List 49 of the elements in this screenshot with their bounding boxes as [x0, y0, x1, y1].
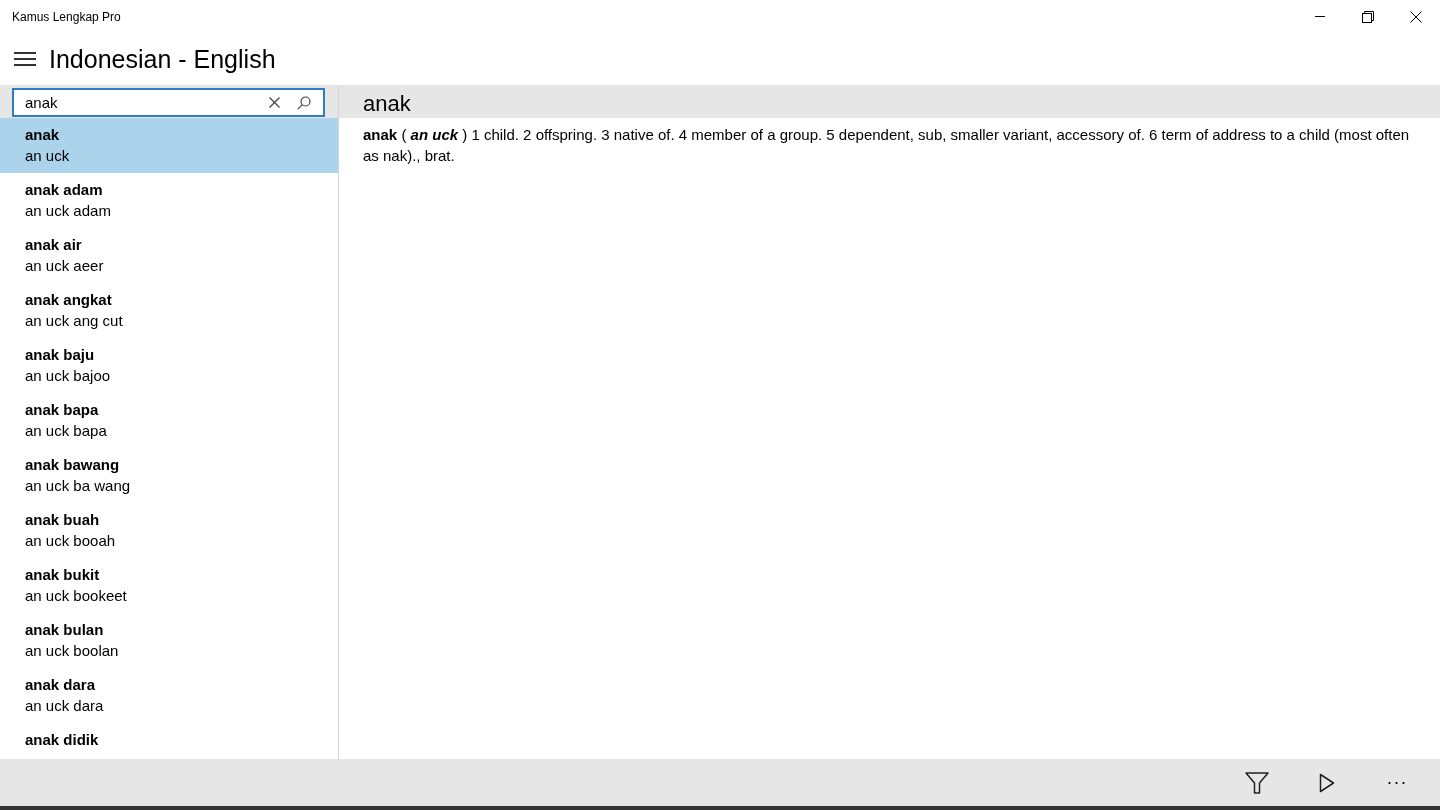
- result-pronunciation: an uck adam: [25, 202, 112, 220]
- search-icon[interactable]: [297, 95, 311, 110]
- result-word: anak bukit: [25, 566, 101, 584]
- result-word: anak buah: [25, 511, 101, 529]
- result-pronunciation: an uck boolan: [25, 642, 120, 660]
- clear-icon[interactable]: [268, 97, 280, 108]
- result-pronunciation: an uck bajoo: [25, 367, 112, 385]
- result-word: anak adam: [25, 181, 104, 199]
- result-item[interactable]: anak bawang an uck ba wang: [0, 448, 338, 503]
- result-word: anak didik: [25, 731, 100, 749]
- result-item[interactable]: anak baju an uck bajoo: [0, 338, 338, 393]
- result-word: anak angkat: [25, 291, 113, 309]
- result-word: anak: [25, 126, 61, 144]
- result-item[interactable]: anak bukit an uck bookeet: [0, 558, 338, 613]
- window-title: Kamus Lengkap Pro: [11, 9, 122, 24]
- result-item[interactable]: anak angkat an uck ang cut: [0, 283, 338, 338]
- result-item[interactable]: anak adam an uck adam: [0, 173, 338, 228]
- result-word: anak bawang: [25, 456, 121, 474]
- result-pronunciation: an uck bookeet: [25, 587, 128, 605]
- result-word: anak bapa: [25, 401, 100, 419]
- result-item[interactable]: anak air an uck aeer: [0, 228, 338, 283]
- result-pronunciation: an uck dara: [25, 697, 105, 715]
- result-item[interactable]: anak bulan an uck boolan: [0, 613, 338, 668]
- restore-icon: [1362, 10, 1374, 23]
- entry-title: anak: [339, 85, 1440, 118]
- result-word: anak air: [25, 236, 83, 254]
- result-item[interactable]: anak bapa an uck bapa: [0, 393, 338, 448]
- result-item[interactable]: anak buah an uck booah: [0, 503, 338, 558]
- result-item[interactable]: anak dara an uck dara: [0, 668, 338, 723]
- result-word: anak baju: [25, 346, 96, 364]
- definition-text: anak ( an uck ) 1 child. 2 offspring. 3 native of. 4 member of a group. 5 dependent, sub, smaller variant, accessory of. 6 term of address to a child (most often as nak)., brat.: [363, 125, 1411, 166]
- result-pronunciation: an uck bapa: [25, 422, 108, 440]
- menu-icon[interactable]: [14, 51, 36, 67]
- play-icon: [1319, 772, 1335, 793]
- search-field[interactable]: anak: [12, 88, 325, 117]
- result-pronunciation: an uck booah: [25, 532, 117, 550]
- filter-icon: [1245, 771, 1269, 794]
- result-pronunciation: an uck: [25, 147, 71, 165]
- result-pronunciation: an uck aeer: [25, 257, 105, 275]
- result-item[interactable]: anak didik: [0, 723, 338, 759]
- close-icon: [1410, 10, 1422, 23]
- more-button[interactable]: ···: [1362, 760, 1432, 805]
- result-item[interactable]: anak an uck: [0, 118, 338, 173]
- page-title: Indonesian - English: [49, 44, 276, 74]
- result-pronunciation: an uck ba wang: [25, 477, 132, 495]
- minimize-icon: [1315, 16, 1325, 17]
- result-pronunciation: an uck ang cut: [25, 312, 124, 330]
- result-word: anak dara: [25, 676, 97, 694]
- result-word: anak bulan: [25, 621, 105, 639]
